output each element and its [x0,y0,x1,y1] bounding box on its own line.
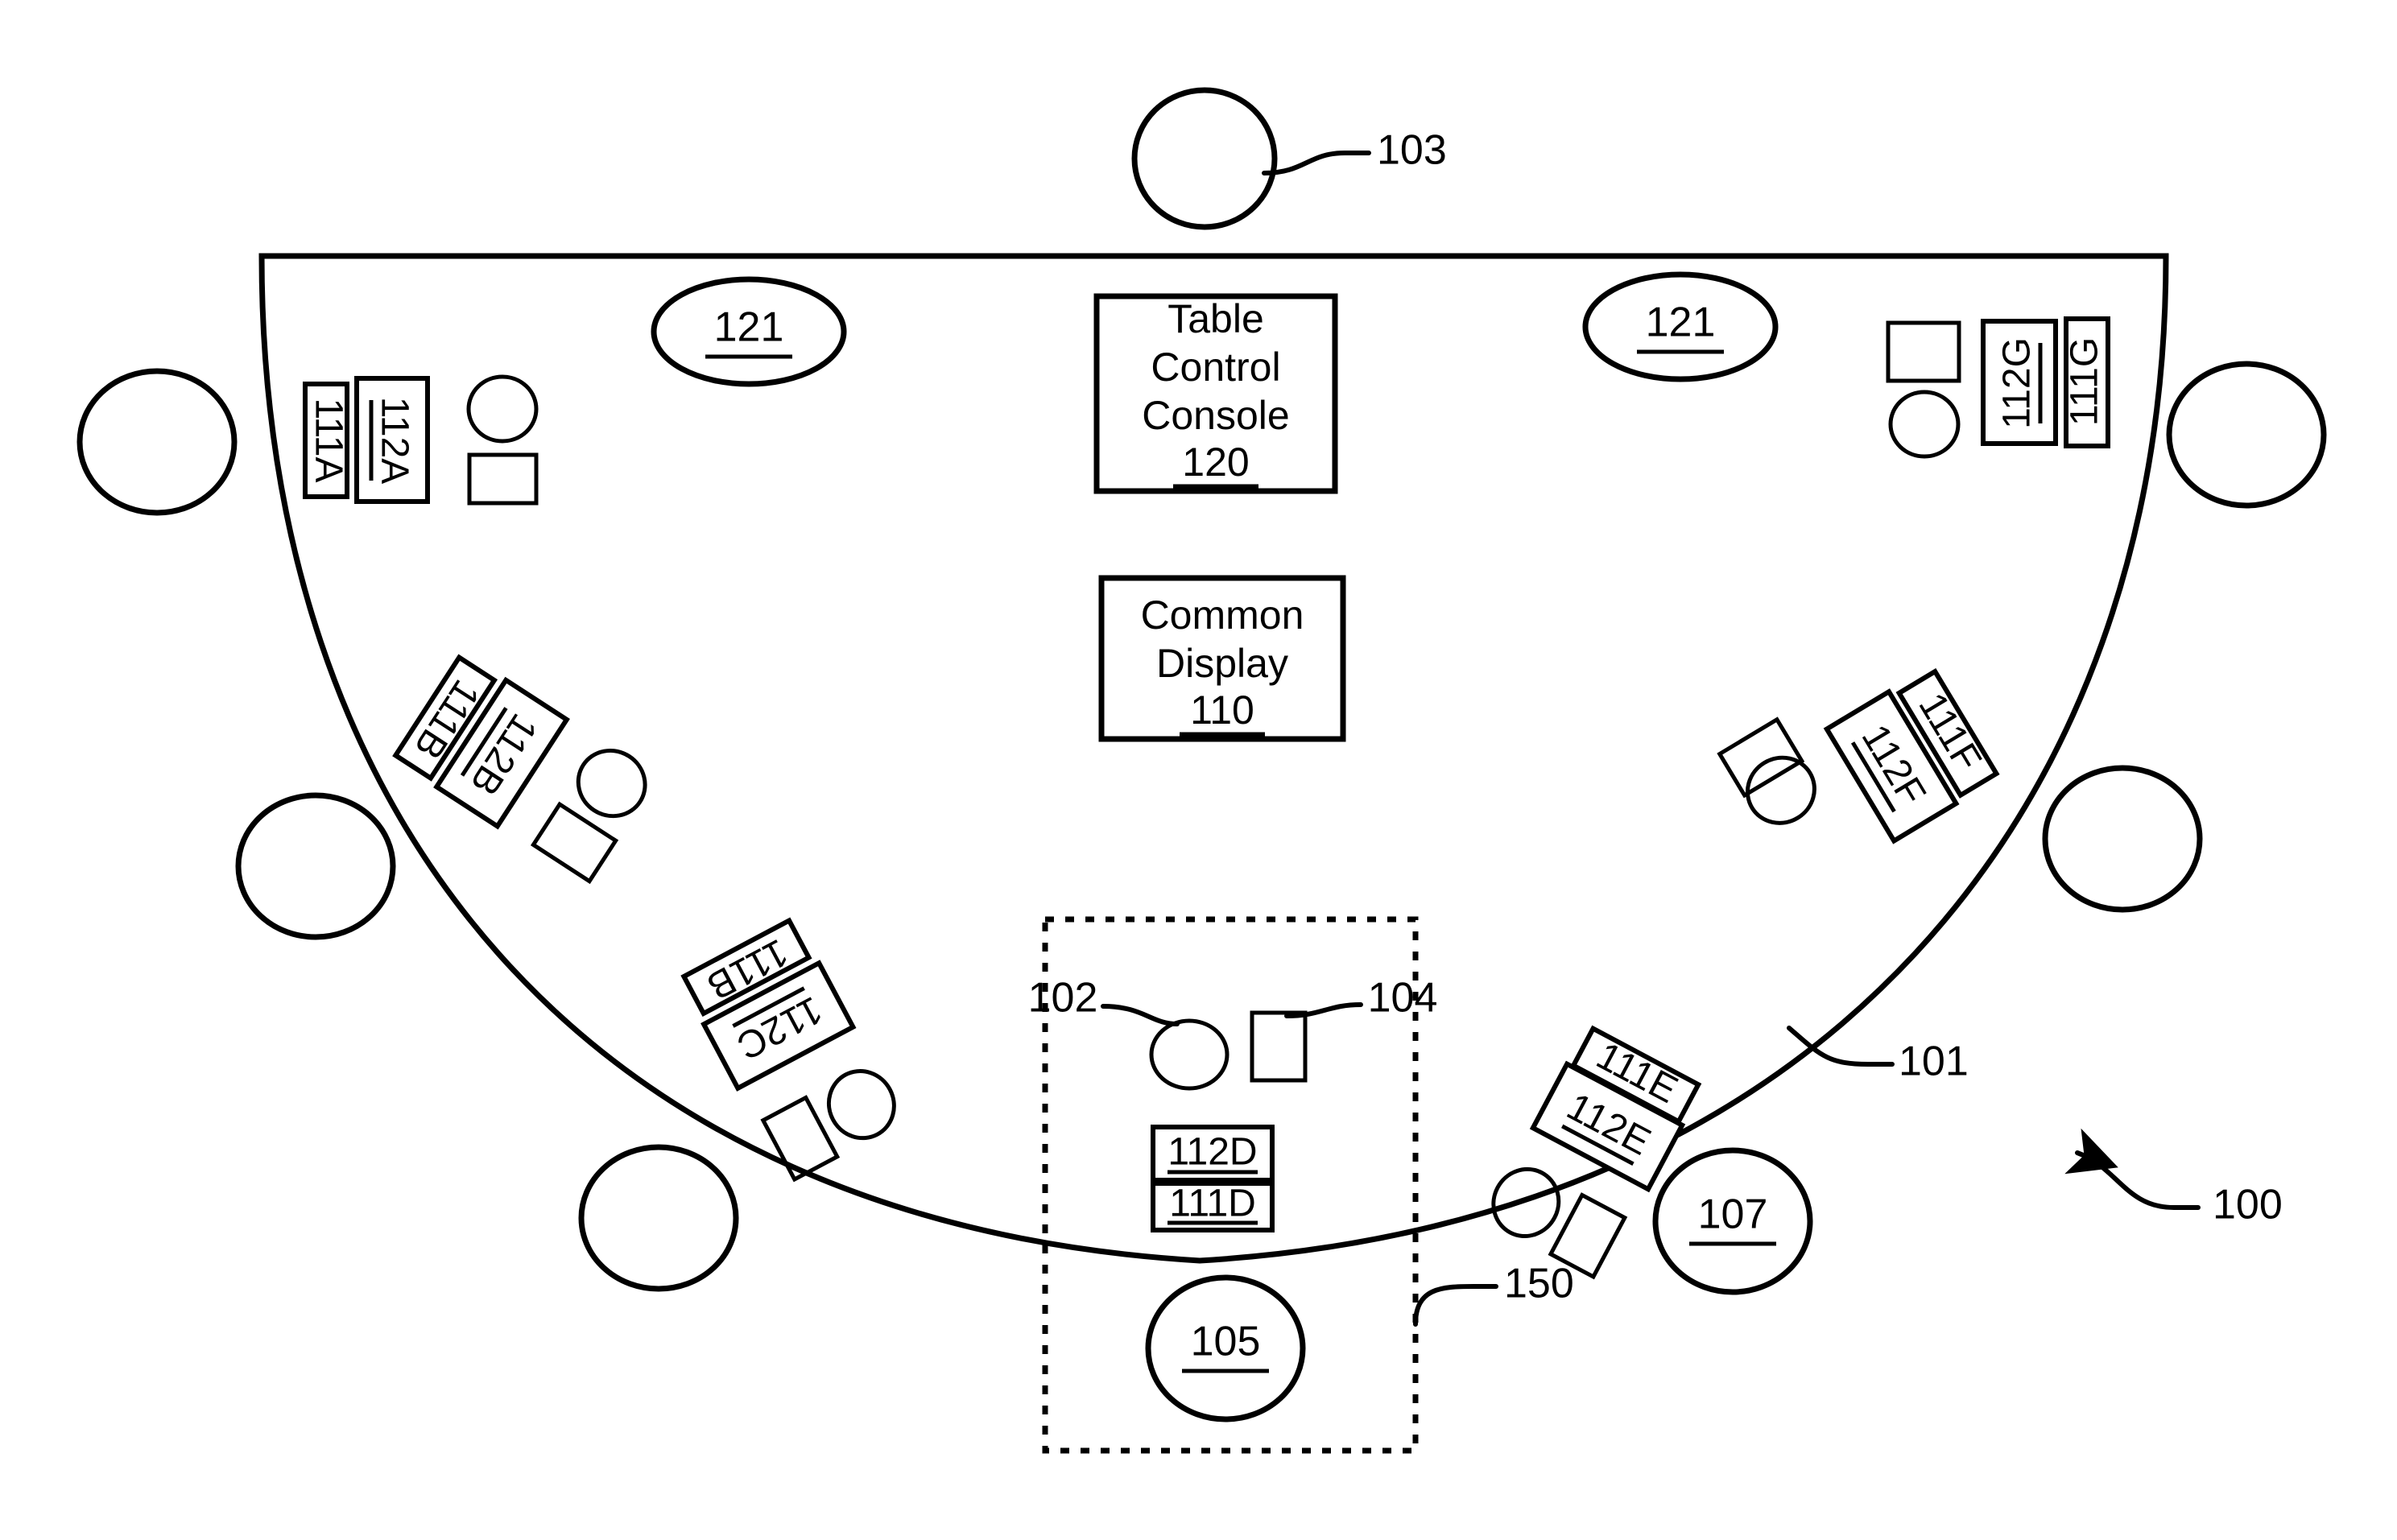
station-a-display-label: 112A [373,397,415,485]
dealer-position-circle [1131,87,1278,230]
player-circle-5 [2042,765,2203,913]
station-g-display-label: 112G [1996,337,2039,429]
leader-line-100 [2064,1128,2201,1210]
station-d-sensor-label: 111D [1169,1183,1256,1225]
station-d-card-rect [1250,1010,1308,1083]
leader-line-150 [1413,1284,1498,1327]
table-control-console[interactable]: Table Control Console 120 [1093,293,1338,494]
player-circle-2 [235,792,396,940]
station-a-chip-circle [466,374,539,444]
leader-150: 150 [1504,1261,1574,1307]
station-f[interactable]: 111F 112F [1717,636,2002,895]
station-g-sensor-label: 111G [2064,337,2106,426]
leader-104: 104 [1368,975,1438,1022]
station-g-chip-circle [1888,390,1961,459]
leader-line-102 [1101,1004,1180,1026]
station-g[interactable]: 112G 111G [1886,316,2110,459]
station-e[interactable]: 111E 112E [1482,1022,1704,1280]
player-circle-4 [2166,361,2327,509]
patent-figure: 103 107 121 121 Table Control Console 12… [0,0,2397,1540]
leader-101: 101 [1899,1038,1969,1085]
station-a-card-rect [467,452,539,506]
console-line-3: Console [1142,393,1289,438]
leader-103: 103 [1377,127,1447,174]
station-b[interactable]: 111B 112B [392,650,659,885]
common-display-line-2: Display [1156,641,1288,686]
leader-line-104 [1284,1002,1363,1018]
circled-107-label: 107 [1698,1191,1768,1238]
station-c-chip-circle [826,1069,896,1141]
leader-100: 100 [2213,1182,2283,1228]
leader-line-103 [1262,151,1371,175]
overhead-right-label: 121 [1646,299,1716,346]
station-d[interactable]: 102 104 112D 111D [1028,975,1438,1232]
station-a[interactable]: 111A 112A [303,374,539,506]
console-numeral: 120 [1182,440,1249,485]
station-c-card-rect [760,1095,841,1183]
leader-102: 102 [1028,975,1098,1022]
console-line-1: Table [1168,296,1264,341]
station-d-display-label: 112D [1168,1131,1257,1174]
circled-105-label: 105 [1191,1319,1261,1365]
overhead-left-label: 121 [714,304,784,351]
common-display-line-1: Common [1141,592,1304,638]
station-a-sensor-label: 111A [307,398,349,483]
station-d-chip-circle [1149,1018,1229,1091]
station-c[interactable]: 111B 112C [680,916,906,1183]
leader-line-101 [1787,1026,1895,1067]
station-e-chip-circle [1491,1166,1561,1239]
common-display[interactable]: Common Display 110 [1098,575,1346,742]
player-circle-3 [578,1144,739,1292]
station-g-card-rect [1886,320,1961,383]
console-line-2: Control [1151,345,1280,390]
common-display-numeral: 110 [1190,687,1254,733]
player-circle-1 [76,368,238,516]
figure-canvas: 103 107 121 121 Table Control Console 12… [76,87,2327,1454]
